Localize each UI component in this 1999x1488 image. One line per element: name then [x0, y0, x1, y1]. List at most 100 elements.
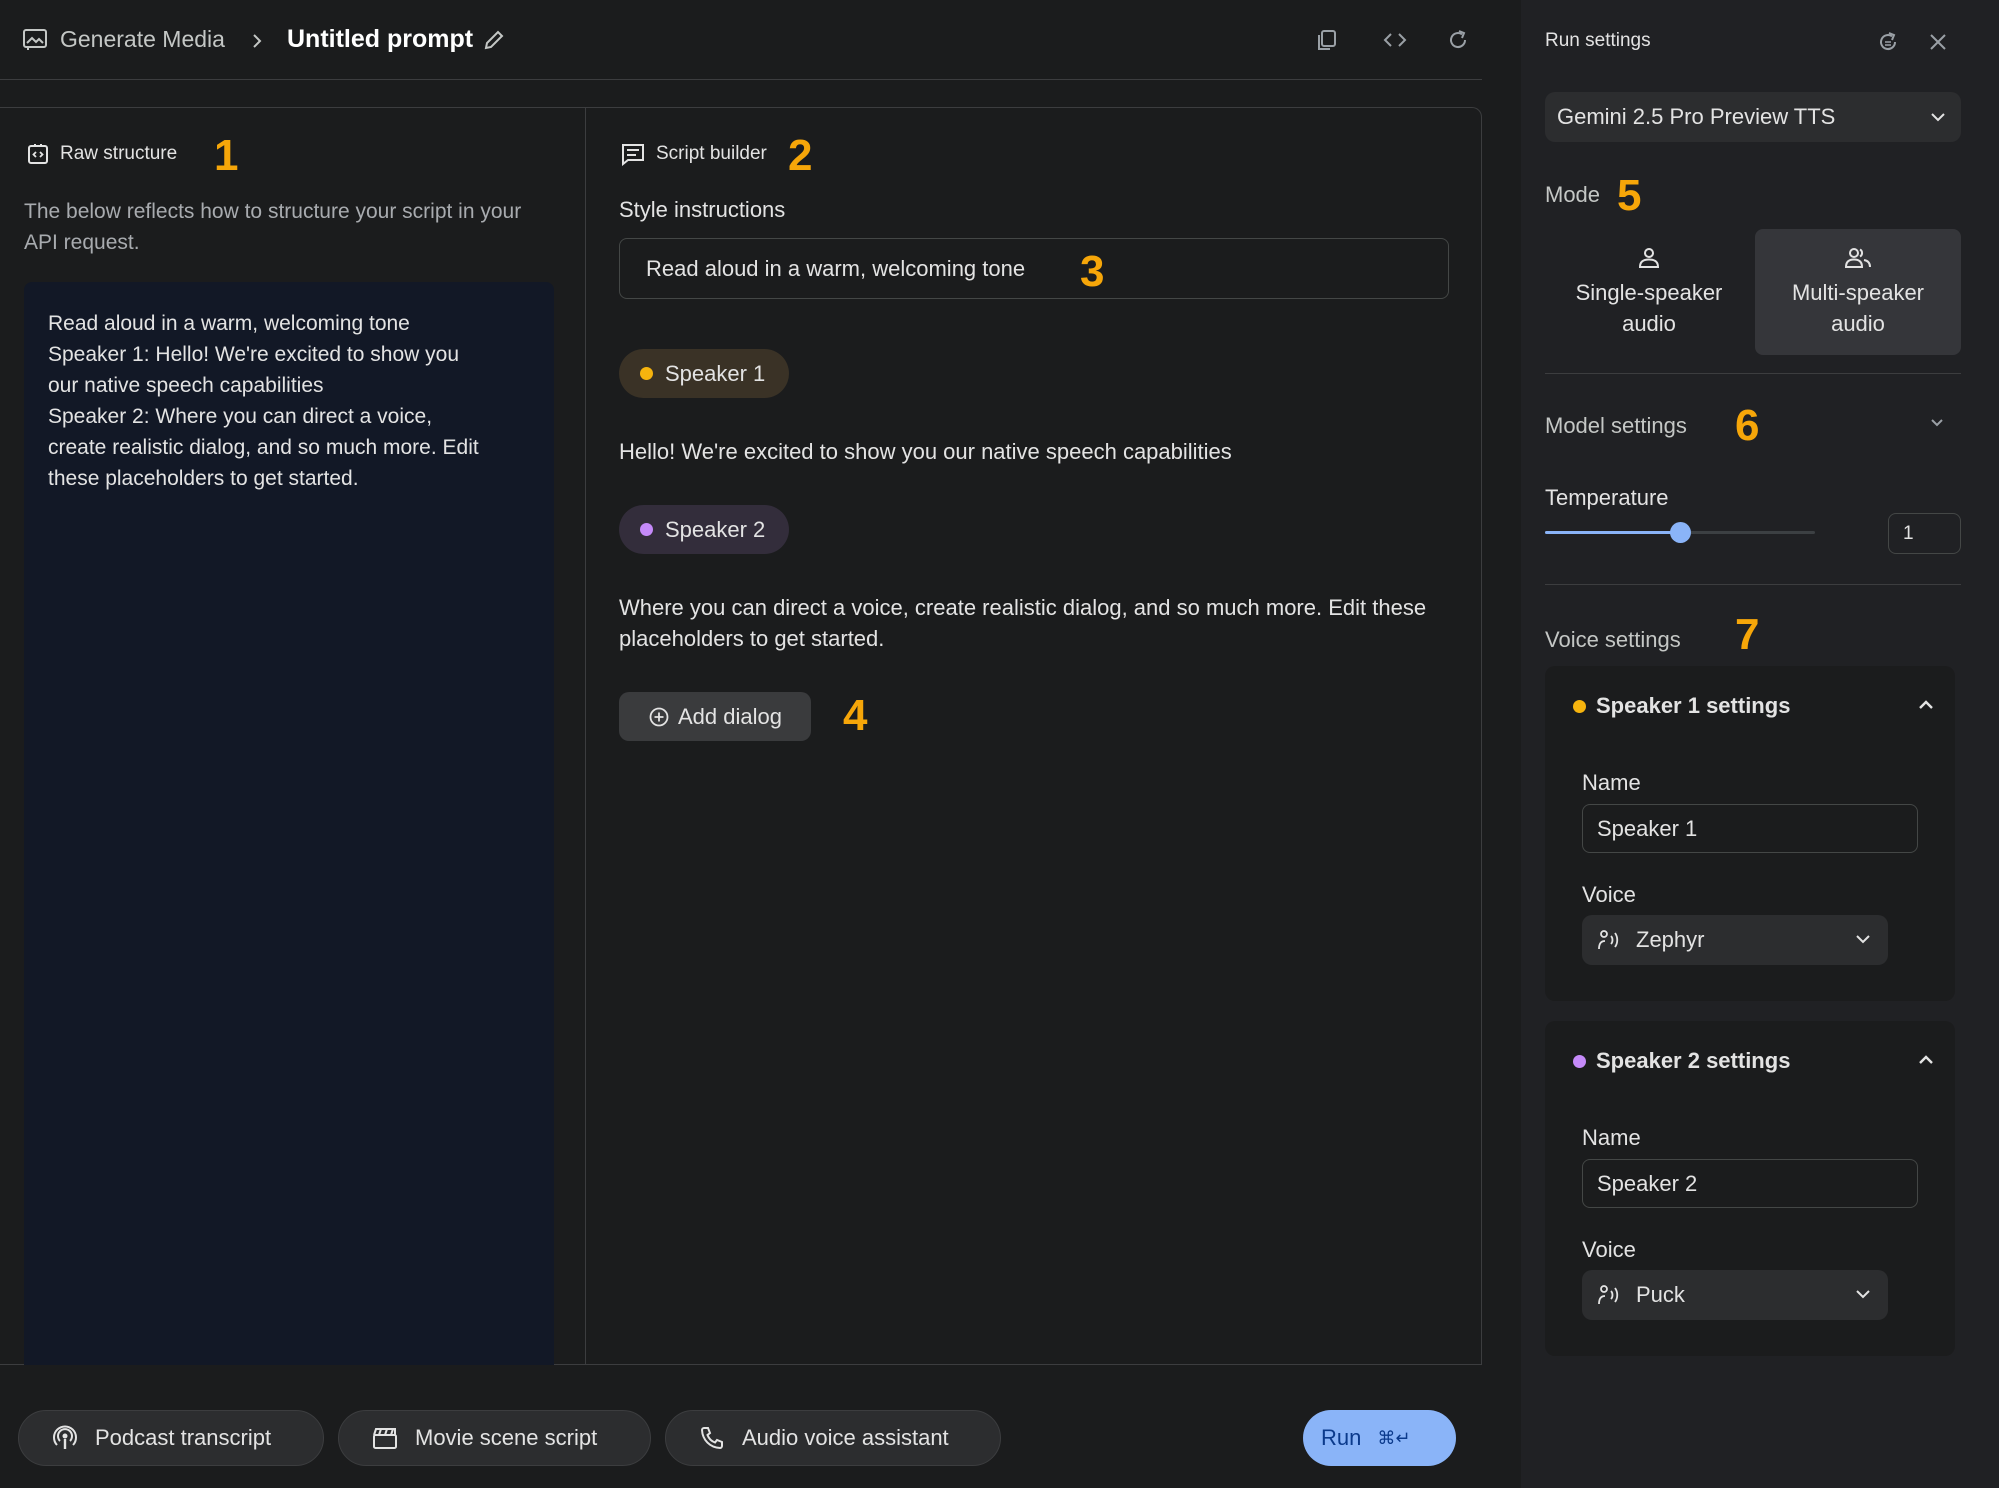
marker-4: 4 [843, 691, 868, 740]
model-settings-label[interactable]: Model settings [1545, 413, 1687, 439]
copy-icon[interactable] [1313, 26, 1341, 54]
raw-structure-header: Raw structure [26, 142, 177, 166]
people-icon [1844, 248, 1871, 268]
close-icon[interactable] [1924, 28, 1952, 56]
speaker-1-settings-header[interactable]: Speaker 1 settings [1573, 693, 1790, 719]
refresh-icon[interactable] [1444, 26, 1472, 54]
audio-voice-assistant-label: Audio voice assistant [742, 1425, 949, 1450]
raw-structure-box: Read aloud in a warm, welcoming tone Spe… [24, 282, 554, 1365]
chevron-down-icon [1856, 935, 1870, 944]
raw-line: these placeholders to get started. [48, 467, 359, 490]
single-speaker-mode-button[interactable]: Single-speaker audio [1545, 229, 1753, 355]
speaker-2-voice-select[interactable]: Puck [1582, 1270, 1888, 1320]
chevron-up-icon[interactable] [1915, 694, 1937, 716]
divider [1545, 373, 1961, 374]
script-icon [622, 144, 644, 166]
voice-settings-label: Voice settings [1545, 627, 1681, 652]
temperature-slider-thumb[interactable] [1670, 522, 1691, 543]
raw-structure-description: The below reflects how to structure your… [24, 200, 522, 254]
temperature-slider-fill [1545, 531, 1680, 534]
add-circle-icon [649, 707, 669, 726]
marker-3: 3 [1080, 247, 1105, 296]
temperature-label: Temperature [1545, 485, 1669, 510]
marker-1: 1 [214, 131, 239, 180]
speaker-2-chip-label: Speaker 2 [665, 516, 766, 542]
speaker-2-chip[interactable]: Speaker 2 [619, 505, 790, 554]
chevron-down-icon[interactable] [1926, 412, 1948, 434]
speaker-2-settings-card: Speaker 2 settings Name Speaker 2 Voice … [1545, 1021, 1955, 1356]
reset-settings-icon[interactable] [1874, 28, 1902, 56]
movie-scene-script-button[interactable]: Movie scene script [338, 1410, 651, 1466]
clapperboard-icon [373, 1428, 397, 1449]
raw-line: Read aloud in a warm, welcoming tone [48, 312, 410, 335]
chevron-up-icon[interactable] [1915, 1049, 1937, 1071]
speaker-1-chip[interactable]: Speaker 1 [619, 349, 790, 398]
podcast-transcript-button[interactable]: Podcast transcript [18, 1410, 324, 1466]
phone-icon [700, 1427, 723, 1450]
breadcrumb-root-label: Generate Media [60, 26, 225, 52]
single-speaker-line2: audio [1622, 311, 1676, 336]
code-box-icon [28, 144, 48, 164]
script-builder-title: Script builder [656, 143, 767, 164]
run-shortcut: ⌘↵ [1377, 1427, 1411, 1448]
podcast-icon [53, 1425, 77, 1449]
audio-voice-assistant-button[interactable]: Audio voice assistant [665, 1410, 1001, 1466]
multi-speaker-mode-button[interactable]: Multi-speaker audio [1755, 229, 1961, 355]
temperature-input[interactable]: 1 [1888, 513, 1961, 554]
movie-scene-script-label: Movie scene script [415, 1425, 598, 1450]
speaker-1-voice-select[interactable]: Zephyr [1582, 915, 1888, 965]
speaker-2-dialog[interactable]: Where you can direct a voice, create rea… [619, 592, 1449, 654]
speaker-1-voice-value: Zephyr [1636, 927, 1705, 952]
multi-speaker-line2: audio [1831, 311, 1885, 336]
speaker-2-name-input[interactable]: Speaker 2 [1582, 1159, 1918, 1208]
raw-line: Speaker 1: Hello! We're excited to show … [48, 343, 459, 366]
speaker-1-settings-card: Speaker 1 settings Name Speaker 1 Voice … [1545, 666, 1955, 1001]
speaker-1-dialog[interactable]: Hello! We're excited to show you our nat… [619, 436, 1449, 467]
run-label: Run [1321, 1425, 1362, 1450]
page-title: Untitled prompt [287, 25, 474, 53]
speaker-2-settings-header[interactable]: Speaker 2 settings [1573, 1048, 1790, 1074]
mode-label: Mode [1545, 182, 1601, 207]
speaker-2-settings-title: Speaker 2 settings [1596, 1048, 1791, 1073]
marker-5: 5 [1617, 171, 1642, 220]
single-speaker-line1: Single-speaker [1575, 280, 1723, 305]
voice-selection-icon [1598, 1285, 1619, 1305]
run-button[interactable]: Run ⌘↵ [1303, 1410, 1456, 1466]
top-bar: Generate Media Untitled prompt [0, 0, 1482, 80]
multi-speaker-line1: Multi-speaker [1791, 280, 1925, 305]
voice-selection-icon [1598, 930, 1619, 950]
column-divider [585, 107, 586, 1365]
run-settings-title: Run settings [1545, 30, 1651, 51]
code-icon[interactable] [1381, 26, 1409, 54]
speaker-1-name-label: Name [1582, 770, 1641, 795]
style-instructions-input[interactable]: Read aloud in a warm, welcoming tone [619, 238, 1449, 299]
chevron-down-icon [1856, 1290, 1870, 1299]
raw-line: Speaker 2: Where you can direct a voice, [48, 405, 433, 428]
script-builder-header: Script builder [620, 142, 767, 166]
speaker-1-settings-title: Speaker 1 settings [1596, 693, 1791, 718]
raw-line: our native speech capabilities [48, 374, 324, 397]
chevron-right-icon [253, 34, 262, 48]
edit-pencil-icon[interactable] [482, 28, 506, 52]
speaker-2-name-label: Name [1582, 1125, 1641, 1150]
marker-2: 2 [788, 131, 813, 180]
raw-structure-title: Raw structure [60, 143, 178, 164]
temperature-slider[interactable] [1545, 522, 1815, 543]
podcast-transcript-label: Podcast transcript [95, 1425, 272, 1450]
marker-7: 7 [1735, 610, 1760, 659]
divider [1545, 584, 1961, 585]
chevron-down-icon [1931, 113, 1945, 122]
image-chat-icon [23, 28, 47, 50]
speaker-1-name-input[interactable]: Speaker 1 [1582, 804, 1918, 853]
add-dialog-label: Add dialog [678, 703, 782, 729]
model-select[interactable]: Gemini 2.5 Pro Preview TTS [1545, 92, 1961, 142]
style-instructions-label: Style instructions [619, 197, 786, 222]
model-select-value: Gemini 2.5 Pro Preview TTS [1557, 104, 1836, 129]
add-dialog-button[interactable]: Add dialog [619, 692, 811, 741]
raw-line: create realistic dialog, and so much mor… [48, 436, 479, 459]
breadcrumb-generate-media[interactable]: Generate Media [22, 26, 225, 53]
speaker-1-chip-label: Speaker 1 [665, 360, 766, 386]
person-icon [1638, 248, 1660, 268]
speaker-2-dot [640, 523, 653, 536]
speaker-1-settings-dot [1573, 699, 1586, 713]
